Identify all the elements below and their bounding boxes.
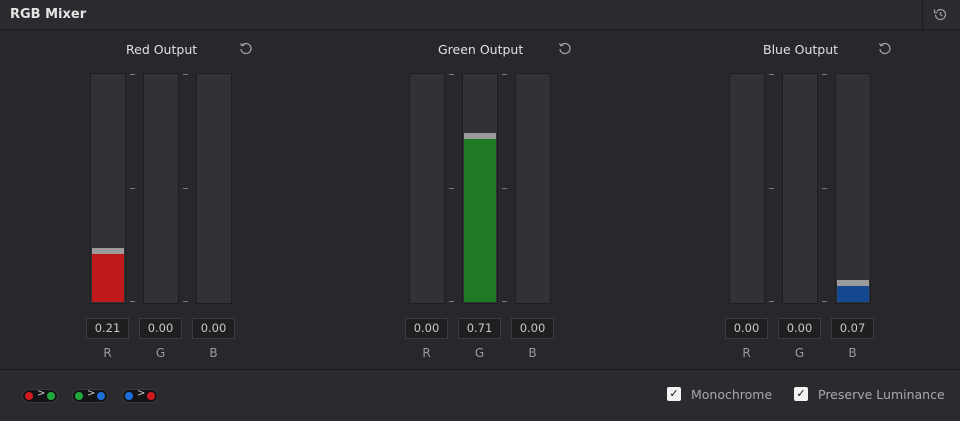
slider-green-out-b[interactable] (515, 73, 551, 304)
value-field-blue-out-g[interactable]: 0.00 (778, 318, 821, 339)
group-title-red-output: Red Output (126, 42, 198, 57)
slider-red-out-g[interactable] (143, 73, 179, 304)
tick-mark (822, 301, 827, 302)
slider-fill (464, 139, 496, 302)
reset-icon[interactable] (557, 41, 573, 57)
arrow-right-icon: > (87, 388, 96, 399)
blue-dot-icon (97, 392, 105, 400)
tick-mark (502, 74, 507, 75)
value-field-blue-out-r[interactable]: 0.00 (725, 318, 768, 339)
tick-mark (822, 188, 827, 189)
red-dot-icon (25, 392, 33, 400)
channel-label: G (794, 346, 805, 360)
slider-handle[interactable] (464, 133, 496, 139)
tick-mark (769, 188, 774, 189)
channel-label: R (422, 346, 431, 360)
arrow-right-icon: > (137, 388, 146, 399)
mixer-body: Red Output 0.21 0.00 0.00 R G B Green Ou… (0, 30, 960, 369)
tick-mark (769, 74, 774, 75)
slider-blue-out-b[interactable] (835, 73, 871, 304)
slider-red-out-b[interactable] (196, 73, 232, 304)
blue-dot-icon (125, 392, 133, 400)
checkmark-icon: ✓ (796, 387, 806, 400)
slider-green-out-r[interactable] (409, 73, 445, 304)
reset-all-icon[interactable] (932, 6, 949, 23)
tick-mark (183, 74, 188, 75)
green-output-group: Green Output 0.00 0.71 0.00 R G B (319, 30, 619, 369)
tick-mark (822, 74, 827, 75)
channel-label: G (474, 346, 485, 360)
slider-blue-out-g[interactable] (782, 73, 818, 304)
tick-mark (130, 188, 135, 189)
tick-mark (449, 188, 454, 189)
red-output-group: Red Output 0.21 0.00 0.00 R G B (0, 30, 300, 369)
tick-mark (502, 188, 507, 189)
value-field-green-out-g[interactable]: 0.71 (458, 318, 501, 339)
preserve-luminance-checkbox[interactable]: ✓ (794, 387, 808, 401)
green-dot-icon (47, 392, 55, 400)
green-dot-icon (75, 392, 83, 400)
tick-mark (449, 74, 454, 75)
slider-blue-out-r[interactable] (729, 73, 765, 304)
group-title-blue-output: Blue Output (763, 42, 839, 57)
mixer-footer: > > > ✓ Monochrome ✓ Preserve Luminance (0, 369, 960, 421)
tick-mark (769, 301, 774, 302)
tick-mark (130, 301, 135, 302)
channel-label: B (209, 346, 218, 360)
checkmark-icon: ✓ (669, 387, 679, 400)
slider-fill (92, 254, 124, 302)
slider-green-out-g[interactable] (462, 73, 498, 304)
value-field-red-out-g[interactable]: 0.00 (139, 318, 182, 339)
value-field-green-out-r[interactable]: 0.00 (405, 318, 448, 339)
slider-handle[interactable] (92, 248, 124, 254)
header-divider (922, 0, 923, 29)
panel-title: RGB Mixer (10, 7, 87, 22)
monochrome-checkbox[interactable]: ✓ (667, 387, 681, 401)
channel-label: R (742, 346, 751, 360)
slider-handle[interactable] (837, 280, 869, 286)
channel-label: B (848, 346, 857, 360)
arrow-right-icon: > (37, 388, 46, 399)
value-field-green-out-b[interactable]: 0.00 (511, 318, 554, 339)
channel-label: R (103, 346, 112, 360)
monochrome-label: Monochrome (691, 387, 773, 402)
slider-red-out-r[interactable] (90, 73, 126, 304)
slider-fill (837, 286, 869, 302)
value-field-red-out-b[interactable]: 0.00 (192, 318, 235, 339)
reset-icon[interactable] (877, 41, 893, 57)
tick-mark (183, 301, 188, 302)
preserve-luminance-label: Preserve Luminance (818, 387, 945, 402)
tick-mark (183, 188, 188, 189)
tick-mark (130, 74, 135, 75)
tick-mark (449, 301, 454, 302)
tick-mark (502, 301, 507, 302)
value-field-blue-out-b[interactable]: 0.07 (831, 318, 874, 339)
panel-header: RGB Mixer (0, 0, 960, 30)
reset-icon[interactable] (238, 41, 254, 57)
channel-label: B (528, 346, 537, 360)
value-field-red-out-r[interactable]: 0.21 (86, 318, 129, 339)
group-title-green-output: Green Output (438, 42, 524, 57)
channel-label: G (155, 346, 166, 360)
swap-green-blue-preset[interactable]: > (72, 388, 108, 403)
blue-output-group: Blue Output 0.00 0.00 0.07 R G B (639, 30, 939, 369)
red-dot-icon (147, 392, 155, 400)
swap-red-green-preset[interactable]: > (22, 388, 58, 403)
swap-blue-red-preset[interactable]: > (122, 388, 158, 403)
